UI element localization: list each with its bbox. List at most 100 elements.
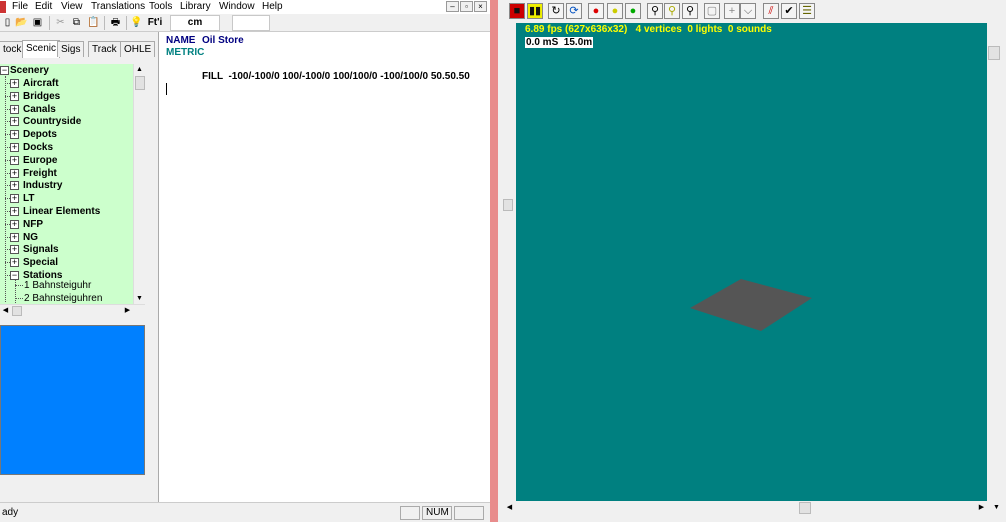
scroll-down-icon[interactable]: ▼ — [991, 502, 1002, 513]
new-icon[interactable]: ▯ — [0, 16, 15, 30]
menu-window[interactable]: Window — [219, 1, 255, 12]
scroll-thumb[interactable] — [12, 306, 22, 316]
menu-file[interactable]: File — [12, 1, 28, 12]
tab-sigs[interactable]: Sigs — [57, 41, 85, 57]
tree-label: Signals — [23, 244, 59, 256]
light-yellow-icon[interactable]: ● — [607, 3, 623, 19]
collapse-icon[interactable]: − — [0, 66, 9, 75]
stop-icon[interactable]: ■ — [509, 3, 525, 19]
pin-icon[interactable]: ⚲ — [647, 3, 663, 19]
scroll-thumb[interactable] — [135, 76, 145, 90]
scroll-right-icon[interactable]: ▶ — [976, 502, 987, 513]
scroll-up-icon[interactable]: ▲ — [134, 64, 145, 75]
expand-icon[interactable]: + — [10, 155, 19, 165]
minimize-button[interactable]: – — [446, 1, 459, 12]
tree-label: LT — [23, 193, 35, 205]
restore-button[interactable]: ▫ — [460, 1, 473, 12]
expand-icon[interactable]: + — [10, 104, 19, 114]
menu-translations[interactable]: Translations — [91, 1, 145, 12]
tree-connector — [5, 76, 6, 302]
tree-label: NG — [23, 231, 38, 243]
scroll-thumb[interactable] — [503, 199, 513, 211]
scroll-left-icon[interactable]: ◀ — [504, 502, 515, 513]
collapse-icon[interactable]: − — [10, 271, 19, 280]
tree-label: 2 Bahnsteiguhren — [24, 293, 103, 304]
name-value: Oil Store — [202, 35, 244, 46]
expand-icon[interactable]: + — [10, 181, 19, 191]
viewer-left-scrollbar[interactable] — [502, 23, 514, 501]
tree-label: Linear Elements — [23, 206, 101, 217]
rotate-icon[interactable]: ↻ — [548, 3, 564, 19]
pin-yellow-icon[interactable]: ⚲ — [664, 3, 680, 19]
scroll-down-icon[interactable]: ▼ — [134, 293, 145, 304]
menu-tools[interactable]: Tools — [149, 1, 172, 12]
scroll-thumb[interactable] — [799, 502, 811, 514]
status-box — [400, 506, 420, 520]
menu-edit[interactable]: Edit — [35, 1, 52, 12]
save-icon[interactable]: ▣ — [30, 16, 45, 30]
expand-icon[interactable]: + — [10, 168, 19, 178]
copy-icon[interactable]: ⧉ — [69, 16, 84, 30]
tab-ohle[interactable]: OHLE — [120, 41, 156, 57]
light-red-icon[interactable]: ● — [588, 3, 604, 19]
tab-scenic[interactable]: Scenic — [22, 40, 61, 58]
expand-icon[interactable]: + — [10, 130, 19, 140]
vertex-icon[interactable]: ⌵ — [740, 3, 756, 19]
close-button[interactable]: × — [474, 1, 487, 12]
oil-store-plane — [690, 279, 812, 331]
empty-field[interactable] — [232, 15, 270, 31]
viewer-vertical-scrollbar[interactable] — [987, 23, 1001, 501]
metric-keyword: METRIC — [166, 47, 205, 58]
cross-icon[interactable]: + — [724, 3, 740, 19]
scroll-thumb[interactable] — [988, 46, 1000, 60]
menu-library[interactable]: Library — [180, 1, 211, 12]
expand-icon[interactable]: + — [10, 143, 19, 152]
pin-select-icon[interactable]: ⚲ — [682, 3, 698, 19]
app-icon[interactable] — [0, 1, 6, 13]
light-green-icon[interactable]: ● — [625, 3, 641, 19]
expand-icon[interactable]: + — [10, 258, 19, 268]
preview-panel — [0, 325, 145, 475]
paste-icon[interactable]: 📋 — [86, 16, 101, 30]
check-icon[interactable]: ✔ — [781, 3, 797, 19]
expand-icon[interactable]: + — [10, 219, 19, 229]
menu-help[interactable]: Help — [262, 1, 283, 12]
refresh-icon[interactable]: ⟳ — [566, 3, 582, 19]
open-icon[interactable]: 📂 — [14, 16, 29, 30]
tree-label: Europe — [23, 154, 58, 166]
units-field[interactable]: cm — [170, 15, 220, 31]
tree-vertical-scrollbar[interactable]: ▲ ▼ — [133, 64, 145, 304]
tree-horizontal-scrollbar[interactable]: ◀ ▶ — [0, 304, 145, 316]
cut-icon[interactable]: ✂ — [53, 16, 68, 30]
tree-label: Depots — [23, 129, 57, 141]
expand-icon[interactable]: + — [10, 232, 19, 242]
expand-icon[interactable]: + — [10, 79, 19, 88]
script-editor[interactable]: NAME Oil Store METRIC FILL -100/-100/0 1… — [158, 32, 490, 502]
pause-icon[interactable]: ▮▮ — [527, 3, 543, 19]
menu-bar: File Edit View Translations Tools Librar… — [0, 0, 490, 14]
expand-icon[interactable]: + — [10, 117, 19, 127]
box-icon[interactable]: ▢ — [704, 3, 720, 19]
expand-icon[interactable]: + — [10, 91, 19, 101]
menu-view[interactable]: View — [61, 1, 83, 12]
scroll-right-icon[interactable]: ▶ — [122, 305, 133, 316]
tree-connector — [15, 279, 16, 304]
help-icon[interactable]: 💡 — [129, 16, 144, 30]
window-divider — [490, 0, 498, 522]
print-icon[interactable]: 🖶 — [108, 16, 123, 30]
tree-label: NFP — [23, 218, 43, 230]
tree-label: Canals — [23, 103, 56, 115]
scroll-left-icon[interactable]: ◀ — [0, 305, 11, 316]
expand-icon[interactable]: + — [10, 194, 19, 204]
expand-icon[interactable]: + — [10, 245, 19, 255]
tab-track[interactable]: Track — [88, 41, 121, 57]
list-icon[interactable]: ☰ — [799, 3, 815, 19]
viewer-toolbar: ■ ▮▮ ↻ ⟳ ● ● ● ⚲ ⚲ ⚲ ▢ + ⌵ ⫽ ✔ ☰ — [498, 0, 1006, 22]
scenery-tree[interactable]: − Scenery + Aircraft + Bridges + Canals + Count… — [0, 64, 145, 304]
viewer-horizontal-scrollbar[interactable]: ◀ ▶ ▼ — [498, 501, 1006, 515]
render-canvas[interactable]: 6.89 fps (627x636x32) 4 vertices 0 light… — [516, 23, 987, 501]
fill-line: FILL -100/-100/0 100/-100/0 100/100/0 -1… — [202, 71, 470, 82]
graph-icon[interactable]: ⫽ — [763, 3, 779, 19]
units-label: Ft'i — [147, 17, 163, 28]
expand-icon[interactable]: + — [10, 207, 19, 216]
